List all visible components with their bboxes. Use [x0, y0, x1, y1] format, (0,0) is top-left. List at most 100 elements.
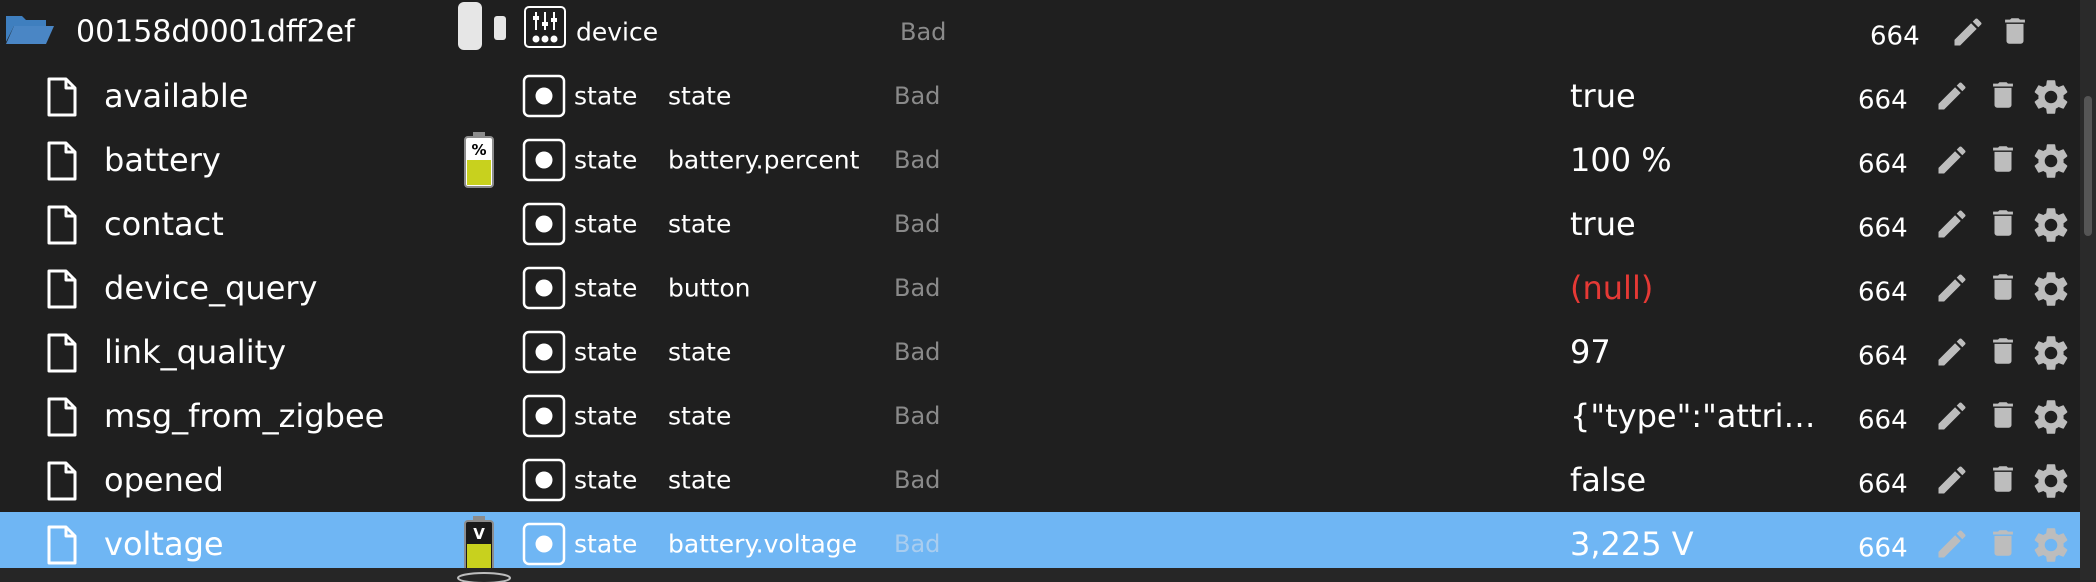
state-type: state: [574, 529, 638, 559]
state-row-battery[interactable]: battery % state battery.percent Bad 100 …: [0, 128, 2080, 192]
state-value[interactable]: false: [1570, 461, 1646, 499]
state-status: Bad: [894, 530, 941, 558]
state-type-icon: [522, 330, 566, 378]
state-status: Bad: [894, 274, 941, 302]
state-name: msg_from_zigbee: [104, 397, 385, 435]
scrollbar-track[interactable]: [2080, 0, 2096, 580]
state-status: Bad: [894, 146, 941, 174]
state-value[interactable]: 3,225 V: [1570, 525, 1694, 563]
state-type: state: [574, 209, 638, 239]
edit-icon[interactable]: [1934, 462, 1970, 502]
edit-icon[interactable]: [1934, 526, 1970, 566]
state-role: state: [668, 209, 732, 239]
device-type-icon: [524, 6, 566, 52]
folder-open-icon[interactable]: [4, 12, 54, 50]
settings-gear-icon[interactable]: [2030, 460, 2072, 506]
device-row[interactable]: 00158d0001dff2ef device Bad 664: [0, 0, 2080, 64]
state-status: Bad: [894, 210, 941, 238]
bottom-strip: [0, 568, 2080, 582]
settings-gear-icon[interactable]: [2030, 140, 2072, 186]
state-row-device-query[interactable]: device_query state button Bad (null) 664: [0, 256, 2080, 320]
file-icon: [46, 397, 78, 441]
delete-icon[interactable]: [1986, 396, 2020, 438]
state-role: battery.voltage: [668, 529, 858, 559]
settings-gear-icon[interactable]: [2030, 76, 2072, 122]
state-name: link_quality: [104, 333, 287, 371]
edit-icon[interactable]: [1950, 14, 1986, 54]
state-row-available[interactable]: available state state Bad true 664: [0, 64, 2080, 128]
state-status: Bad: [894, 82, 941, 110]
battery-voltage-icon: V: [462, 516, 496, 576]
device-ack: 664: [1870, 21, 1920, 52]
state-type-icon: [522, 202, 566, 250]
edit-icon[interactable]: [1934, 78, 1970, 118]
file-icon: [46, 461, 78, 505]
battery-percent-icon: %: [462, 132, 496, 192]
scrollbar-thumb[interactable]: [2084, 96, 2092, 236]
state-value[interactable]: (null): [1570, 269, 1653, 307]
settings-gear-icon[interactable]: [2030, 332, 2072, 378]
state-role: battery.percent: [668, 145, 860, 175]
edit-icon[interactable]: [1934, 334, 1970, 374]
settings-gear-icon[interactable]: [2030, 268, 2072, 314]
state-role: state: [668, 81, 732, 111]
delete-icon[interactable]: [1986, 204, 2020, 246]
delete-icon[interactable]: [1986, 332, 2020, 374]
state-ack: 664: [1858, 341, 1908, 372]
edit-icon[interactable]: [1934, 398, 1970, 438]
state-status: Bad: [894, 402, 941, 430]
state-row-link-quality[interactable]: link_quality state state Bad 97 664: [0, 320, 2080, 384]
state-type-icon: [522, 522, 566, 570]
file-icon: [46, 205, 78, 249]
delete-icon[interactable]: [1986, 268, 2020, 310]
state-row-contact[interactable]: contact state state Bad true 664: [0, 192, 2080, 256]
state-type: state: [574, 401, 638, 431]
file-icon: [46, 141, 78, 185]
delete-icon[interactable]: [1986, 140, 2020, 182]
state-value[interactable]: 97: [1570, 333, 1611, 371]
delete-icon[interactable]: [1998, 12, 2032, 54]
edit-icon[interactable]: [1934, 270, 1970, 310]
state-value[interactable]: true: [1570, 77, 1636, 115]
file-icon: [46, 525, 78, 569]
state-value[interactable]: {"type":"attribut…: [1570, 397, 1830, 435]
state-role: state: [668, 337, 732, 367]
settings-gear-icon[interactable]: [2030, 524, 2072, 570]
state-type-icon: [522, 74, 566, 122]
device-name: 00158d0001dff2ef: [76, 14, 355, 50]
state-name: voltage: [104, 525, 224, 563]
state-type: state: [574, 337, 638, 367]
state-status: Bad: [894, 338, 941, 366]
state-type: state: [574, 145, 638, 175]
state-type: state: [574, 465, 638, 495]
state-row-msg-from-zigbee[interactable]: msg_from_zigbee state state Bad {"type":…: [0, 384, 2080, 448]
delete-icon[interactable]: [1986, 76, 2020, 118]
settings-gear-icon[interactable]: [2030, 396, 2072, 442]
edit-icon[interactable]: [1934, 142, 1970, 182]
settings-gear-icon[interactable]: [2030, 204, 2072, 250]
state-ack: 664: [1858, 469, 1908, 500]
state-name: battery: [104, 141, 221, 179]
state-name: device_query: [104, 269, 318, 307]
state-status: Bad: [894, 466, 941, 494]
delete-icon[interactable]: [1986, 524, 2020, 566]
state-ack: 664: [1858, 405, 1908, 436]
state-ack: 664: [1858, 533, 1908, 564]
state-value[interactable]: 100 %: [1570, 141, 1672, 179]
state-name: contact: [104, 205, 224, 243]
state-ack: 664: [1858, 149, 1908, 180]
state-type: state: [574, 273, 638, 303]
svg-text:%: %: [471, 141, 486, 159]
state-ack: 664: [1858, 213, 1908, 244]
state-type: state: [574, 81, 638, 111]
state-role: button: [668, 273, 751, 303]
state-row-opened[interactable]: opened state state Bad false 664: [0, 448, 2080, 512]
state-type-icon: [522, 138, 566, 186]
state-row-voltage[interactable]: voltage V state battery.voltage Bad 3,22…: [0, 512, 2080, 576]
state-value[interactable]: true: [1570, 205, 1636, 243]
device-type: device: [576, 17, 659, 47]
edit-icon[interactable]: [1934, 206, 1970, 246]
delete-icon[interactable]: [1986, 460, 2020, 502]
state-ack: 664: [1858, 85, 1908, 116]
svg-text:V: V: [473, 525, 485, 543]
